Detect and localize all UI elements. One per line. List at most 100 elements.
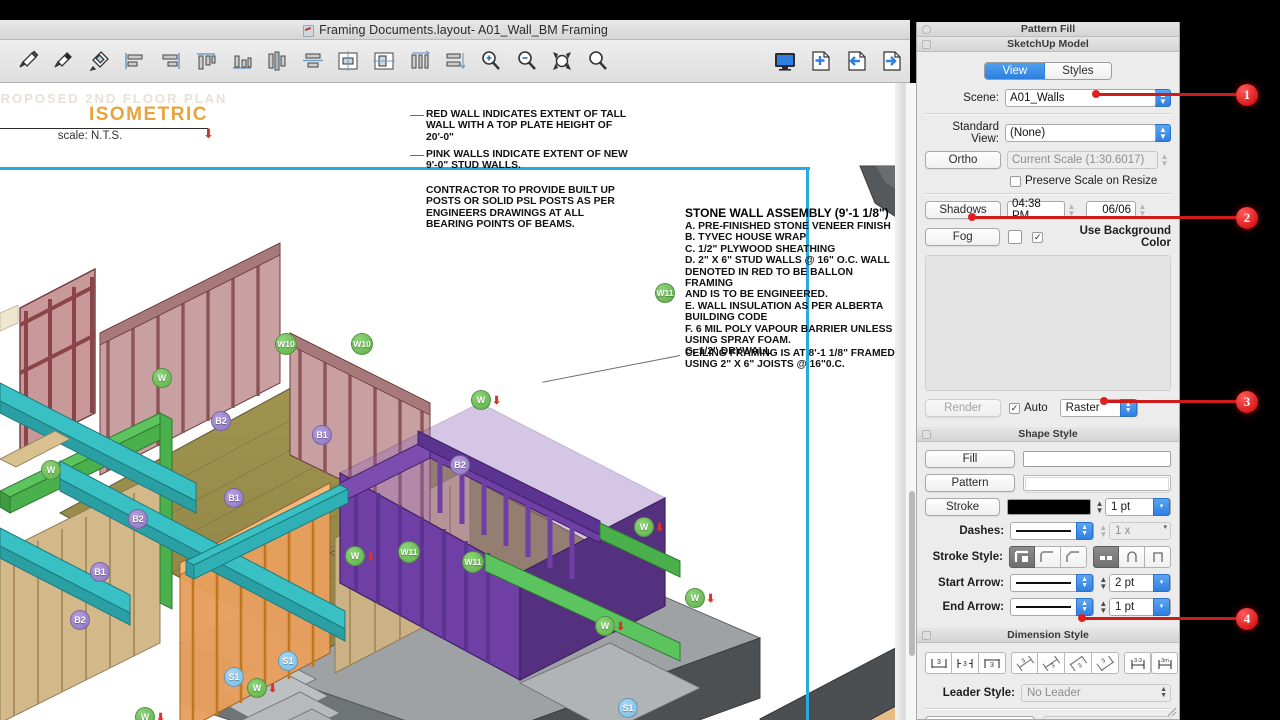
- scrollbar-thumb[interactable]: [909, 491, 915, 656]
- zoom-actual-size[interactable]: [580, 41, 616, 81]
- start-arrow-arrow-icon[interactable]: ▲▼: [1076, 574, 1093, 592]
- model-marker-b2-9: B2: [128, 509, 148, 529]
- dim-text-above-icon[interactable]: 3: [979, 652, 1006, 674]
- fog-button[interactable]: Fog: [925, 228, 1000, 246]
- auto-scale-popup[interactable]: ▲▼: [1043, 716, 1171, 720]
- assembly-body: A. PRE-FINISHED STONE VENEER FINISH B. T…: [685, 221, 900, 358]
- highlighter-tool[interactable]: [81, 41, 117, 81]
- align-right[interactable]: [153, 41, 189, 81]
- dimension-position-toolbar[interactable]: 3 3 3 3 3 3: [925, 648, 1171, 680]
- dim-units-group[interactable]: 3-3 3m: [1124, 652, 1178, 674]
- pattern-swatch[interactable]: [1023, 475, 1171, 491]
- pattern-button[interactable]: Pattern: [925, 474, 1015, 492]
- center-on-page-vertical[interactable]: [366, 41, 402, 81]
- pen-tool[interactable]: [46, 41, 82, 81]
- start-arrow-size-stepper[interactable]: ▲▼: [1098, 574, 1109, 592]
- dimension-style-header[interactable]: Dimension Style: [917, 628, 1179, 643]
- collapse-square-icon[interactable]: [922, 40, 931, 49]
- preserve-scale-checkbox[interactable]: ✓: [1010, 176, 1021, 187]
- stroke-width-stepper[interactable]: ▲▼: [1094, 498, 1105, 516]
- stroke-color-swatch[interactable]: [1007, 499, 1091, 515]
- align-bottom[interactable]: [224, 41, 260, 81]
- model-marker-b1-5: B1: [312, 425, 332, 445]
- start-arrow-size-arrow-icon[interactable]: ▾: [1153, 574, 1170, 592]
- space-horizontally[interactable]: [402, 41, 438, 81]
- pattern-fill-header[interactable]: Pattern Fill: [917, 22, 1179, 37]
- stroke-width-popup[interactable]: 1 pt ▾: [1105, 498, 1171, 516]
- dim-text-below-icon[interactable]: 3: [925, 652, 952, 674]
- auto-scale-row: Auto Scale ▲▼: [925, 716, 1171, 720]
- zoom-out[interactable]: [509, 41, 545, 81]
- standard-view-label: Standard View:: [925, 121, 1005, 145]
- stroke-join-miter-icon[interactable]: [1009, 546, 1035, 568]
- resize-grip[interactable]: [1166, 706, 1177, 717]
- standard-view-stepper[interactable]: ▲▼: [1155, 124, 1171, 142]
- space-vertically[interactable]: [438, 41, 474, 81]
- dash-scale-arrow-icon: ▾: [1163, 525, 1167, 531]
- preserve-scale-row[interactable]: ✓ Preserve Scale on Resize: [925, 175, 1171, 187]
- eyedropper-tool[interactable]: [10, 41, 46, 81]
- callout-anchor-dot: [1100, 397, 1108, 405]
- stroke-width-arrow-icon[interactable]: ▾: [1153, 498, 1170, 516]
- dim-rotate-c-icon[interactable]: 3: [1065, 652, 1092, 674]
- fog-checkbox[interactable]: ✓: [1008, 230, 1022, 244]
- callout-2: 2: [0, 207, 1280, 229]
- window-titlebar: Framing Documents.layout- A01_Wall_BM Fr…: [0, 20, 910, 40]
- leader-style-popup[interactable]: No Leader ▲▼: [1021, 684, 1171, 702]
- zoom-in[interactable]: [473, 41, 509, 81]
- add-page[interactable]: [803, 41, 839, 81]
- use-background-color-checkbox[interactable]: ✓: [1032, 232, 1043, 243]
- fill-swatch[interactable]: [1023, 451, 1171, 467]
- fill-button[interactable]: Fill: [925, 450, 1015, 468]
- dim-rotate-b-icon[interactable]: 3: [1038, 652, 1065, 674]
- leader-style-arrow-icon[interactable]: ▲▼: [1160, 687, 1167, 699]
- collapse-disc-icon[interactable]: [922, 25, 931, 34]
- dashes-arrow-icon[interactable]: ▲▼: [1076, 522, 1093, 540]
- start-arrow-size-popup[interactable]: 2 pt ▾: [1109, 574, 1171, 592]
- shape-style-header[interactable]: Shape Style: [917, 427, 1179, 442]
- stroke-join-group[interactable]: [1009, 546, 1087, 568]
- center-on-page-horizontal[interactable]: [331, 41, 367, 81]
- previous-page[interactable]: [839, 41, 875, 81]
- collapse-square-icon-shape[interactable]: [922, 430, 931, 439]
- next-page[interactable]: [875, 41, 911, 81]
- align-top[interactable]: [188, 41, 224, 81]
- align-horizontal-center[interactable]: [295, 41, 331, 81]
- dim-units-feetinches-icon[interactable]: 3-3: [1124, 652, 1151, 674]
- align-vertical-center[interactable]: [259, 41, 295, 81]
- stroke-cap-group[interactable]: [1093, 546, 1171, 568]
- stroke-cap-round-icon[interactable]: [1119, 546, 1145, 568]
- ortho-button[interactable]: Ortho: [925, 151, 1001, 169]
- dashes-popup[interactable]: ▲▼: [1010, 522, 1094, 540]
- dim-units-metric-icon[interactable]: 3m: [1151, 652, 1178, 674]
- model-marker-w-7: W: [41, 460, 61, 480]
- stroke-button[interactable]: Stroke: [925, 498, 1000, 516]
- dim-rotate-d-icon[interactable]: 3: [1092, 652, 1119, 674]
- tab-styles[interactable]: Styles: [1045, 63, 1110, 79]
- stroke-cap-square-icon[interactable]: [1145, 546, 1171, 568]
- dim-text-centered-icon[interactable]: 3: [952, 652, 979, 674]
- dim-text-rotation-group[interactable]: 3 3 3 3: [1011, 652, 1119, 674]
- start-arrow-popup[interactable]: ▲▼: [1010, 574, 1094, 592]
- dim-text-position-group[interactable]: 3 3 3: [925, 652, 1006, 674]
- window-title: Framing Documents.layout- A01_Wall_BM Fr…: [319, 23, 608, 37]
- stroke-join-bevel-icon[interactable]: [1061, 546, 1087, 568]
- standard-view-value[interactable]: (None): [1005, 124, 1156, 142]
- zoom-to-fit[interactable]: [544, 41, 580, 81]
- divider-2: [925, 193, 1171, 195]
- model-marker-s1-19: S1: [224, 667, 244, 687]
- dim-rotate-a-icon[interactable]: 3: [1011, 652, 1038, 674]
- stroke-style-row: Stroke Style:: [925, 546, 1171, 568]
- view-styles-tabs[interactable]: View Styles: [984, 62, 1111, 80]
- collapse-square-icon-dim[interactable]: [922, 631, 931, 640]
- presentation-display[interactable]: [768, 41, 804, 81]
- tab-view[interactable]: View: [985, 63, 1045, 79]
- stroke-join-round-icon[interactable]: [1035, 546, 1061, 568]
- layout-document-icon: [302, 24, 314, 36]
- model-marker-b2-4: B2: [211, 411, 231, 431]
- auto-scale-button[interactable]: Auto Scale: [925, 716, 1035, 720]
- stroke-cap-butt-icon[interactable]: [1093, 546, 1119, 568]
- sketchup-model-header[interactable]: SketchUp Model: [917, 37, 1179, 52]
- align-left[interactable]: [117, 41, 153, 81]
- drawing-scale: scale: N.T.S.: [0, 130, 230, 142]
